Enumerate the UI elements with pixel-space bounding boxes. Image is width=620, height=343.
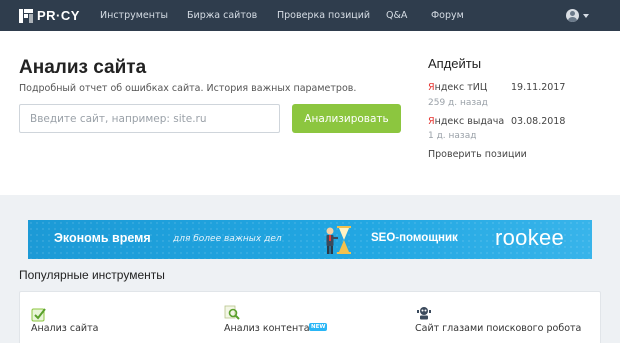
nav-site-exchange[interactable]: Биржа сайтов xyxy=(187,10,257,21)
analyze-button[interactable]: Анализировать xyxy=(292,104,401,133)
hero-section: Анализ сайта Подробный отчет об ошибках … xyxy=(0,31,620,195)
logo[interactable]: PR·CY xyxy=(19,7,80,24)
tool-content-analysis[interactable]: Анализ контента NEW xyxy=(220,292,400,342)
logo-icon xyxy=(19,8,33,23)
nav-forum[interactable]: Форум xyxy=(431,10,464,21)
update-name-serp[interactable]: Яндекс выдача xyxy=(428,116,504,127)
check-icon xyxy=(31,308,46,322)
logo-text: PR·CY xyxy=(37,8,80,23)
update-date-serp: 03.08.2018 xyxy=(511,116,566,127)
banner-brand: rookee xyxy=(495,225,565,250)
user-menu[interactable] xyxy=(566,9,589,22)
top-navbar: PR·CY Инструменты Биржа сайтов Проверка … xyxy=(0,0,620,31)
magnifier-icon xyxy=(224,305,240,320)
chevron-down-icon xyxy=(583,13,589,18)
tool-site-analysis[interactable]: Анализ сайта xyxy=(20,292,210,342)
banner-headline: Экономь время xyxy=(54,231,151,245)
popular-tools-title: Популярные инструменты xyxy=(19,268,165,282)
businessman-hourglass-icon xyxy=(326,226,351,254)
update-date-tic: 19.11.2017 xyxy=(511,82,566,93)
page-title: Анализ сайта xyxy=(19,57,147,78)
tool-label: Анализ контента xyxy=(224,323,310,334)
robot-icon xyxy=(417,307,431,320)
popular-tools-panel: Анализ сайта Анализ контента NEW Сайт гл… xyxy=(19,291,601,343)
tool-robot-view[interactable]: Сайт глазами поискового робота xyxy=(405,292,595,342)
update-name-tic[interactable]: Яндекс тИЦ xyxy=(428,82,487,93)
rookee-banner[interactable]: Экономь время для более важных дел SEO-п… xyxy=(28,220,592,259)
page-subtitle: Подробный отчет об ошибках сайта. Истори… xyxy=(19,83,357,94)
site-input[interactable] xyxy=(19,104,280,133)
update-ago-tic: 259 д. назад xyxy=(428,98,488,108)
banner-subline: для более важных дел xyxy=(173,234,282,244)
nav-position-check[interactable]: Проверка позиций xyxy=(277,10,370,21)
tool-label: Сайт глазами поискового робота xyxy=(415,323,582,334)
updates-title: Апдейты xyxy=(428,56,482,71)
new-badge: NEW xyxy=(309,323,328,331)
banner-seo-label: SEO-помощник xyxy=(371,232,458,244)
user-avatar-icon xyxy=(566,9,579,22)
check-positions-link[interactable]: Проверить позиции xyxy=(428,149,527,160)
update-ago-serp: 1 д. назад xyxy=(428,131,477,141)
nav-tools[interactable]: Инструменты xyxy=(100,10,168,21)
tool-label: Анализ сайта xyxy=(31,323,99,334)
nav-qa[interactable]: Q&A xyxy=(386,10,407,21)
